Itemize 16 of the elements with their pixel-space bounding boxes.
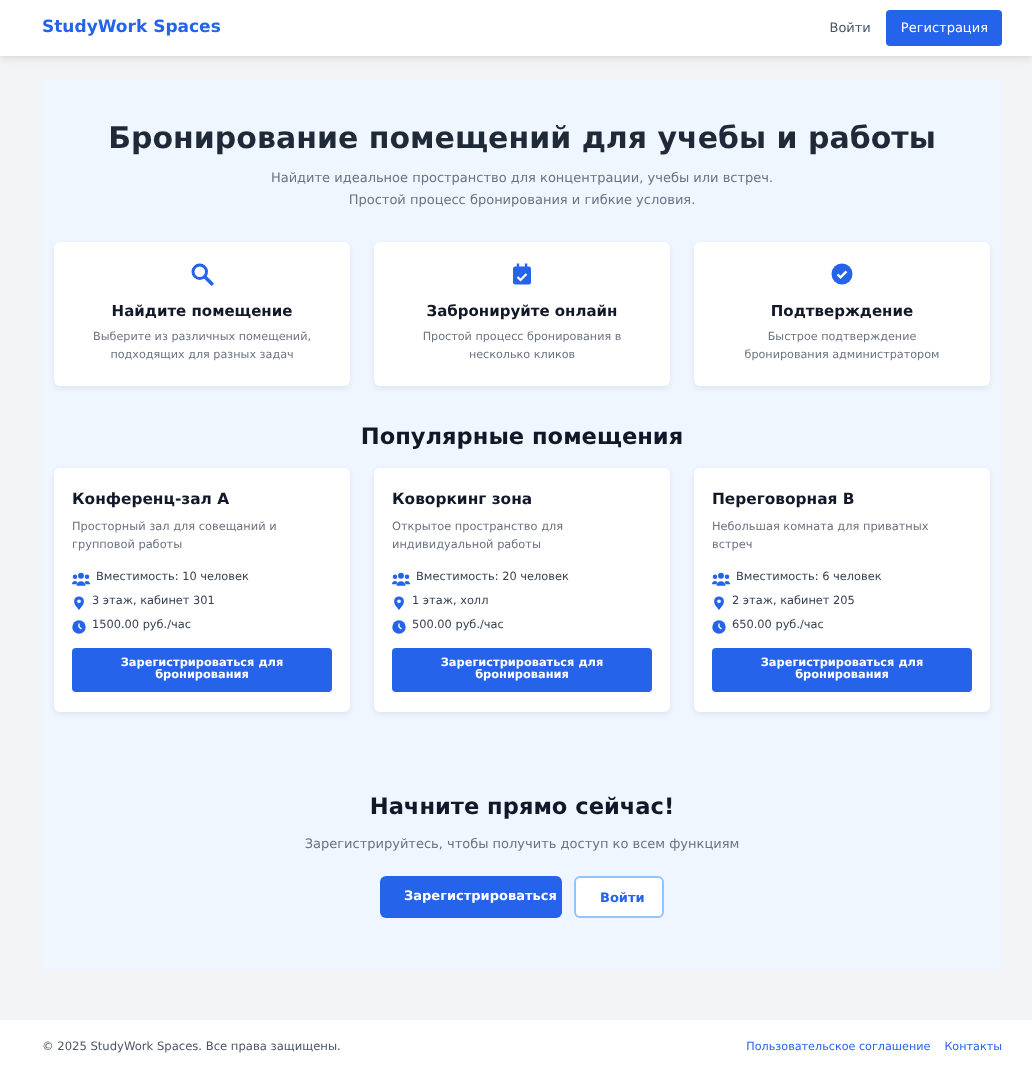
cta-title: Начните прямо сейчас! bbox=[369, 793, 675, 820]
hero-title: Бронирование помещений для учебы и работы bbox=[108, 120, 936, 156]
logo-text[interactable]: StudyWork Spaces bbox=[42, 18, 221, 38]
search-icon bbox=[190, 262, 214, 287]
pin-icon bbox=[392, 595, 406, 610]
check-circle-icon bbox=[830, 262, 854, 287]
pin-icon bbox=[712, 595, 726, 610]
clock-icon bbox=[392, 619, 406, 634]
clock-icon bbox=[72, 619, 86, 634]
people-icon bbox=[72, 571, 90, 586]
people-icon bbox=[712, 571, 730, 586]
clock-icon bbox=[712, 619, 726, 634]
calendar-icon bbox=[510, 262, 534, 287]
people-icon bbox=[392, 571, 410, 586]
section-title: Популярные помещения bbox=[360, 424, 684, 451]
pin-icon bbox=[72, 595, 86, 610]
